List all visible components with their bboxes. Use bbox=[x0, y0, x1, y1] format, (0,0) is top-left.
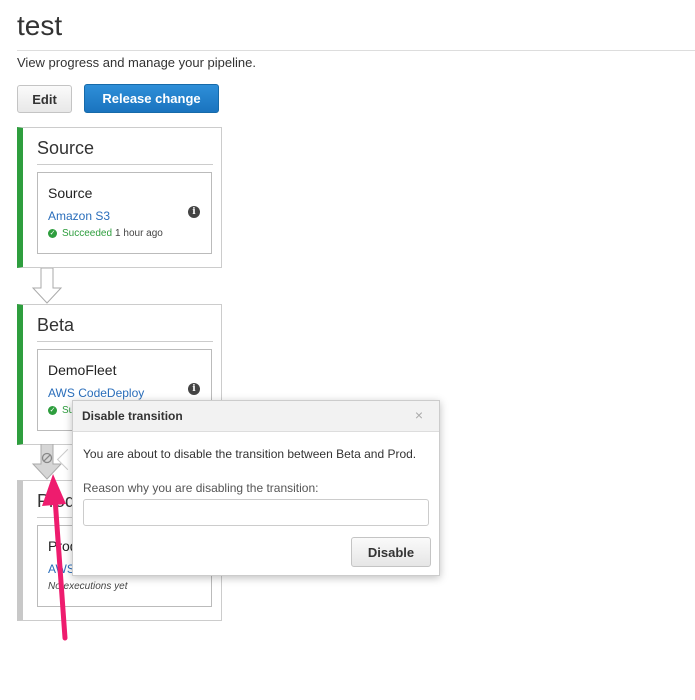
status-text[interactable]: Succeeded bbox=[62, 228, 112, 239]
action-provider-link[interactable]: AWS bbox=[48, 562, 75, 576]
close-icon[interactable]: × bbox=[415, 407, 423, 423]
stage-name: Prod bbox=[37, 491, 76, 511]
action-provider-link[interactable]: AWS CodeDeploy bbox=[48, 386, 144, 400]
disable-transition-toggle[interactable] bbox=[31, 444, 63, 480]
info-icon[interactable]: i bbox=[188, 206, 200, 218]
dialog-message: You are about to disable the transition … bbox=[83, 447, 417, 461]
stage-name: Beta bbox=[37, 315, 75, 335]
stage-name: Source bbox=[37, 138, 95, 158]
reason-label: Reason why you are disabling the transit… bbox=[83, 481, 319, 495]
check-circle-icon: ✓ bbox=[48, 406, 57, 415]
action-status: ✓ Succeeded 1 hour ago bbox=[48, 228, 163, 239]
dialog-header: Disable transition × bbox=[73, 401, 439, 432]
action-status: No executions yet bbox=[48, 581, 128, 592]
dialog-title: Disable transition bbox=[82, 409, 183, 423]
status-time: 1 hour ago bbox=[115, 228, 163, 239]
page-subtitle: View progress and manage your pipeline. bbox=[17, 55, 256, 70]
stage-divider bbox=[37, 341, 213, 342]
stage-divider bbox=[37, 164, 213, 165]
action-name: DemoFleet bbox=[48, 362, 117, 378]
stage-source: Source Source Amazon S3 i ✓ Succeeded 1 … bbox=[17, 127, 222, 268]
edit-button[interactable]: Edit bbox=[17, 85, 72, 113]
transition-arrow[interactable] bbox=[31, 268, 63, 304]
action-card: Source Amazon S3 i ✓ Succeeded 1 hour ag… bbox=[37, 172, 212, 254]
title-divider bbox=[17, 50, 695, 51]
info-icon[interactable]: i bbox=[188, 383, 200, 395]
page-title: test bbox=[17, 10, 63, 41]
disable-transition-dialog: Disable transition × You are about to di… bbox=[72, 400, 440, 576]
check-circle-icon: ✓ bbox=[48, 229, 57, 238]
action-name: Source bbox=[48, 185, 93, 201]
action-provider-link[interactable]: Amazon S3 bbox=[48, 209, 110, 223]
disable-button[interactable]: Disable bbox=[351, 537, 431, 567]
release-change-button[interactable]: Release change bbox=[84, 84, 219, 113]
reason-input[interactable] bbox=[83, 499, 429, 526]
